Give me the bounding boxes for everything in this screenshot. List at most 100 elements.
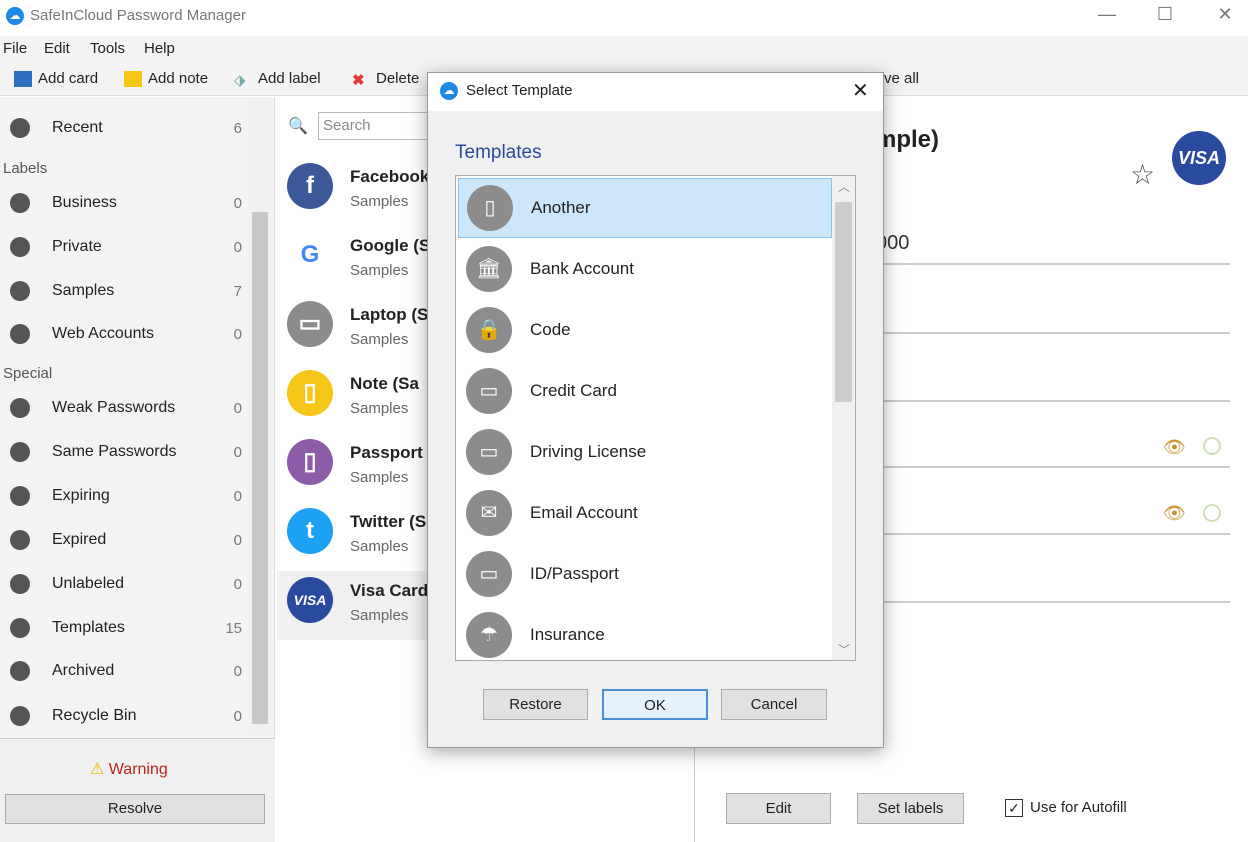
minimize-button[interactable]: — (1092, 4, 1122, 28)
eye-icon[interactable]: 👁 (1163, 503, 1186, 524)
menu-edit[interactable]: Edit (44, 40, 70, 57)
scroll-up-icon[interactable]: ︿ (838, 178, 850, 195)
clock-icon (10, 118, 30, 138)
card-name: Facebook (350, 167, 430, 186)
template-icon: 🏛 (466, 246, 512, 292)
sidebar-item-private[interactable]: Private 0 (10, 232, 242, 262)
sidebar-section-header: Special (3, 365, 53, 382)
template-item-email-account[interactable]: ✉ Email Account (458, 483, 832, 543)
history-icon[interactable] (1203, 437, 1221, 455)
sidebar-item-expiring[interactable]: Expiring 0 (10, 481, 242, 511)
card-icon (14, 70, 32, 87)
template-icon: ▭ (466, 551, 512, 597)
cancel-button[interactable]: Cancel (721, 689, 827, 720)
visa-logo: VISA (1172, 131, 1226, 185)
maximize-button[interactable]: ☐ (1150, 4, 1180, 28)
sidebar-item-weak-passwords[interactable]: Weak Passwords 0 (10, 393, 242, 423)
template-icon: ☂ (466, 612, 512, 658)
card-name: Note (Sa (350, 374, 419, 393)
edit-button[interactable]: Edit (726, 793, 831, 824)
label-icon: ⬗ (234, 71, 246, 89)
card-icon: ▭ (287, 301, 333, 347)
sidebar-item-recycle-bin[interactable]: Recycle Bin 0 (10, 701, 242, 731)
template-list-scrollbar[interactable]: ︿ ﹀ (832, 176, 855, 660)
history-icon[interactable] (1203, 504, 1221, 522)
template-list-scrollbar-thumb[interactable] (835, 202, 852, 402)
eye-icon[interactable]: 👁 (1163, 437, 1186, 458)
search-icon: 🔍 (288, 118, 308, 135)
sidebar-item-count: 6 (233, 119, 242, 137)
set-labels-button[interactable]: Set labels (857, 793, 964, 824)
sidebar-section-header: Labels (3, 160, 48, 177)
delete-button[interactable]: ✖ Delete (352, 70, 420, 89)
templates-heading: Templates (455, 142, 542, 163)
sidebar-item-templates[interactable]: Templates 15 (10, 613, 242, 643)
sidebar-item-archived[interactable]: Archived 0 (10, 656, 242, 686)
autofill-checkbox[interactable]: ✓ (1005, 799, 1023, 817)
sidebar-item-label: Weak Passwords (52, 399, 176, 416)
template-item-bank-account[interactable]: 🏛 Bank Account (458, 239, 832, 299)
sidebar-item-count: 0 (233, 707, 242, 725)
template-item-driving-license[interactable]: ▭ Driving License (458, 422, 832, 482)
template-item-another[interactable]: ▯ Another (458, 178, 832, 238)
template-list: ▯ Another 🏛 Bank Account 🔒 Code ▭ Credit Card ▭ D… (455, 175, 856, 661)
window-title: SafeInCloud Password Manager (30, 7, 246, 24)
dialog-logo-icon: ☁ (440, 82, 458, 100)
card-icon: t (287, 508, 333, 554)
sidebar-item-label: Expiring (52, 487, 110, 504)
sidebar-item-web-accounts[interactable]: Web Accounts 0 (10, 319, 242, 349)
sidebar-item-count: 0 (233, 575, 242, 593)
template-label: Bank Account (530, 259, 634, 278)
sidebar-item-label: Recycle Bin (52, 707, 137, 724)
save-all-label: ve all (884, 70, 920, 87)
sidebar-item-recent[interactable]: Recent 6 (10, 113, 242, 143)
menu-help[interactable]: Help (144, 40, 175, 57)
ok-button[interactable]: OK (602, 689, 708, 720)
card-icon: VISA (287, 577, 333, 623)
add-note-button[interactable]: Add note (124, 70, 208, 87)
app-logo-icon: ☁ (6, 7, 24, 25)
add-label-button[interactable]: ⬗ Add label (234, 70, 321, 89)
search-input[interactable]: Search (318, 112, 438, 140)
card-label: Samples (350, 400, 409, 417)
delete-label: Delete (376, 70, 420, 87)
warning-icon: ⚠ (90, 761, 105, 778)
sidebar-scrollbar-thumb[interactable] (252, 212, 268, 724)
favorite-star-icon[interactable]: ☆ (1130, 158, 1155, 191)
warning-text: ⚠ Warning (90, 759, 168, 779)
warning-label: Warning (108, 761, 168, 778)
scroll-down-icon[interactable]: ﹀ (838, 641, 850, 658)
template-item-code[interactable]: 🔒 Code (458, 300, 832, 360)
template-item-id-passport[interactable]: ▭ ID/Passport (458, 544, 832, 604)
card-name: Laptop (S (350, 305, 429, 324)
template-label: Insurance (530, 625, 605, 644)
add-note-label: Add note (148, 70, 209, 87)
sidebar-item-unlabeled[interactable]: Unlabeled 0 (10, 569, 242, 599)
template-item-insurance[interactable]: ☂ Insurance (458, 605, 832, 660)
menu-tools[interactable]: Tools (90, 40, 125, 57)
add-label-label: Add label (258, 70, 321, 87)
sidebar-item-label: Recent (52, 119, 103, 136)
sidebar-item-expired[interactable]: Expired 0 (10, 525, 242, 555)
card-title: mple) (875, 126, 940, 153)
restore-button[interactable]: Restore (483, 689, 588, 720)
sidebar-item-label: Business (52, 194, 117, 211)
template-icon: ▭ (466, 429, 512, 475)
menu-file[interactable]: File (3, 40, 27, 57)
card-icon: ▯ (287, 370, 333, 416)
dialog-close-button[interactable]: ✕ (852, 78, 869, 103)
sidebar-item-count: 0 (233, 662, 242, 680)
close-button[interactable]: ✕ (1210, 4, 1240, 28)
sidebar-item-same-passwords[interactable]: Same Passwords 0 (10, 437, 242, 467)
card-icon: G (287, 232, 333, 278)
menu-bar (0, 36, 1248, 62)
add-card-button[interactable]: Add card (14, 70, 98, 87)
sidebar-item-samples[interactable]: Samples 7 (10, 276, 242, 306)
sidebar-item-business[interactable]: Business 0 (10, 188, 242, 218)
template-label: ID/Passport (530, 564, 619, 583)
template-item-credit-card[interactable]: ▭ Credit Card (458, 361, 832, 421)
resolve-button[interactable]: Resolve (5, 794, 265, 824)
card-name: Passport (350, 443, 423, 462)
trash-icon (10, 706, 30, 726)
save-all-button[interactable]: ve all (884, 70, 919, 87)
